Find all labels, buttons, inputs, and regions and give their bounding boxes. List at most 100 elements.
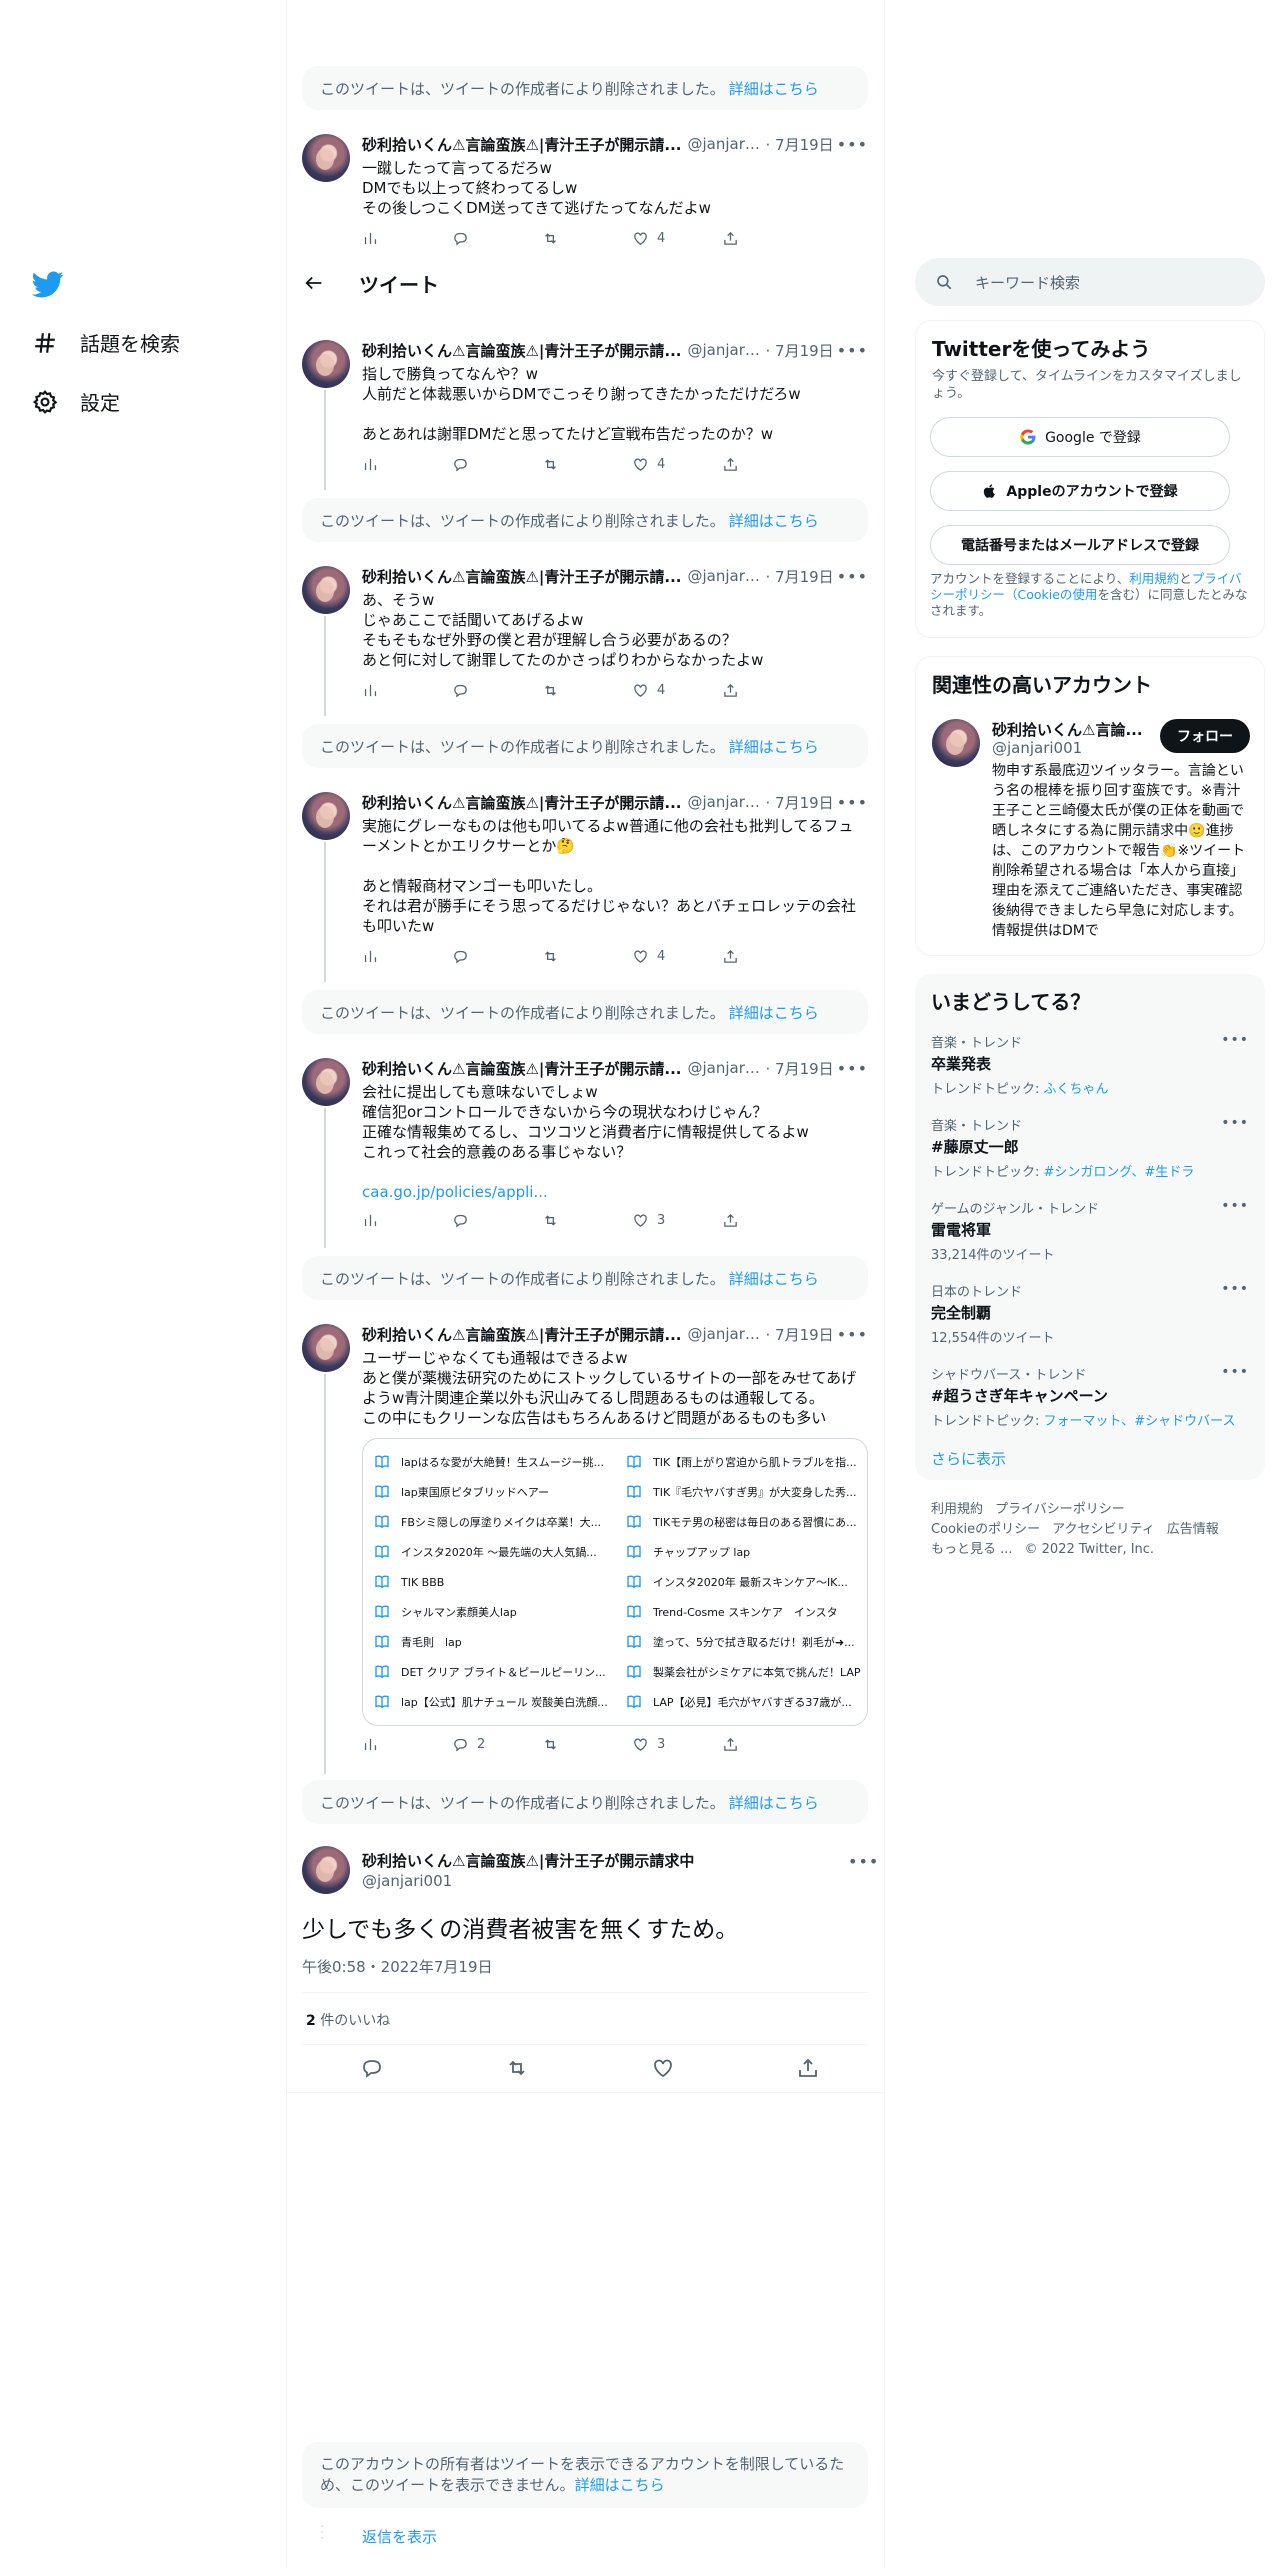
author-handle[interactable]: @janjari0... <box>687 793 763 811</box>
more-icon[interactable]: ••• <box>1221 1364 1249 1380</box>
reply-button[interactable] <box>452 230 522 247</box>
tweet[interactable]: 砂利拾いくん⚠言論蛮族⚠|青汁王子が開示請... @janjari0... · … <box>302 566 868 706</box>
more-icon[interactable]: ••• <box>837 567 868 586</box>
avatar[interactable] <box>302 792 350 840</box>
author-name[interactable]: 砂利拾いくん⚠言論蛮族⚠|青汁王子が開示請... <box>362 792 681 813</box>
like-button[interactable]: 4 <box>632 682 702 699</box>
tweet-date[interactable]: · 7月19日 <box>765 1058 833 1079</box>
footer-link[interactable]: アクセシビリティ <box>1052 1522 1155 1537</box>
link-list-item[interactable]: FBシミ隠しの厚塗りメイクは卒業！大... <box>363 1507 613 1537</box>
trend-item[interactable]: 音楽・トレンド #藤原丈一郎 トレンドトピック: #シンガロング、#生ドラ ••• <box>931 1115 1249 1180</box>
learn-more-link[interactable]: 詳細はこちら <box>729 510 819 531</box>
like-button[interactable]: 4 <box>632 948 702 965</box>
share-button[interactable] <box>722 682 792 699</box>
link-list-item[interactable]: lap【公式】肌ナチュール 炭酸美白洗顔... <box>363 1687 613 1717</box>
link-list-item[interactable]: インスタ2020年 〜最先端の大人気鍋... <box>363 1537 613 1567</box>
link-list-item[interactable]: 青毛則 lap <box>363 1627 613 1657</box>
phone-email-signup-button[interactable]: 電話番号またはメールアドレスで登録 <box>930 525 1230 565</box>
analytics-button[interactable] <box>362 230 432 247</box>
likes-summary[interactable]: 2 件のいいね <box>306 2010 390 2030</box>
retweet-button[interactable] <box>542 682 612 699</box>
avatar[interactable] <box>302 134 350 182</box>
trend-item[interactable]: 日本のトレンド 完全制覇 12,554件のツイート ••• <box>931 1281 1249 1346</box>
avatar[interactable] <box>302 1324 350 1372</box>
link-list-item[interactable]: シャルマン素顔美人lap <box>363 1597 613 1627</box>
more-icon[interactable]: ••• <box>837 135 868 154</box>
trend-topic-link[interactable]: #シンガロング、#生ドラ <box>1044 1165 1195 1180</box>
trend-topic-link[interactable]: フォーマット、#シャドウバース <box>1044 1414 1236 1429</box>
tweet-date[interactable]: · 7月19日 <box>765 134 833 155</box>
show-replies-link[interactable]: 返信を表示 <box>362 2526 437 2547</box>
trend-topic-link[interactable]: ふくちゃん <box>1044 1082 1109 1097</box>
link-list-item[interactable]: 塗って、5分で拭き取るだけ！剃毛が➜... <box>615 1627 865 1657</box>
author-handle[interactable]: @janjari001 <box>362 1872 452 1890</box>
reply-button[interactable]: 2 <box>452 1736 522 1753</box>
avatar[interactable] <box>932 719 980 767</box>
back-arrow-icon[interactable] <box>303 272 325 294</box>
retweet-icon[interactable] <box>505 2056 529 2080</box>
like-button[interactable]: 3 <box>632 1212 702 1229</box>
avatar[interactable] <box>302 1846 350 1894</box>
tweet[interactable]: 砂利拾いくん⚠言論蛮族⚠|青汁王子が開示請... @janjari0... · … <box>302 1058 868 1238</box>
trend-item[interactable]: シャドウバース・トレンド #超うさぎ年キャンペーン トレンドトピック: フォーマット… <box>931 1364 1249 1429</box>
link-list-card[interactable]: lapはるな愛が大絶賛！生スムージー挑... lap東国原ピタブリッドヘアー FBシ… <box>362 1438 868 1726</box>
analytics-button[interactable] <box>362 456 432 473</box>
learn-more-link[interactable]: 詳細はこちら <box>729 1792 819 1813</box>
author-handle[interactable]: @janjari0... <box>687 341 763 359</box>
retweet-button[interactable] <box>542 1212 612 1229</box>
link-list-item[interactable]: lapはるな愛が大絶賛！生スムージー挑... <box>363 1447 613 1477</box>
avatar[interactable] <box>302 340 350 388</box>
share-button[interactable] <box>722 230 792 247</box>
retweet-button[interactable] <box>542 230 612 247</box>
more-icon[interactable]: ••• <box>837 793 868 812</box>
link-list-item[interactable]: GDNスラキュア <box>615 1717 865 1725</box>
share-button[interactable] <box>722 1736 792 1753</box>
more-icon[interactable]: ••• <box>837 1059 868 1078</box>
tweet[interactable]: 砂利拾いくん⚠言論蛮族⚠|青汁王子が開示請... @janjari0... · … <box>302 340 868 480</box>
link-list-item[interactable]: TIK【雨上がり宮迫から肌トラブルを指... <box>615 1447 865 1477</box>
learn-more-link[interactable]: 詳細はこちら <box>729 1002 819 1023</box>
more-icon[interactable]: ••• <box>1221 1115 1249 1131</box>
heart-icon[interactable] <box>651 2056 675 2080</box>
link-list-item[interactable]: LAP【必見】毛穴がヤバすぎる37歳が... <box>615 1687 865 1717</box>
analytics-button[interactable] <box>362 1212 432 1229</box>
link-list-item[interactable]: TIK BBB <box>363 1567 613 1597</box>
tweet-date[interactable]: · 7月19日 <box>765 340 833 361</box>
footer-link[interactable]: プライバシーポリシー <box>995 1502 1125 1517</box>
tweet-date[interactable]: · 7月19日 <box>765 1324 833 1345</box>
retweet-button[interactable] <box>542 948 612 965</box>
learn-more-link[interactable]: 詳細はこちら <box>729 1268 819 1289</box>
author-handle[interactable]: @janjari0... <box>687 567 763 585</box>
tweet[interactable]: 砂利拾いくん⚠言論蛮族⚠|青汁王子が開示請... @janjari0... · … <box>302 792 868 972</box>
share-button[interactable] <box>722 1212 792 1229</box>
learn-more-link[interactable]: 詳細はこちら <box>729 78 819 99</box>
retweet-button[interactable] <box>542 1736 612 1753</box>
author-name[interactable]: 砂利拾いくん⚠言論蛮族⚠|青汁王子が開示請... <box>362 340 681 361</box>
show-more-link[interactable]: さらに表示 <box>931 1448 1006 1469</box>
trend-item[interactable]: 音楽・トレンド 卒業発表 トレンドトピック: ふくちゃん ••• <box>931 1032 1249 1097</box>
footer-link[interactable]: もっと見る ... <box>931 1542 1013 1557</box>
author-name[interactable]: 砂利拾いくん⚠言論蛮族⚠|青汁王子が開示請求中 <box>362 1850 694 1871</box>
share-button[interactable] <box>722 456 792 473</box>
author-name[interactable]: 砂利拾いくん⚠言論蛮族⚠|青汁王子が開示請... <box>362 1058 681 1079</box>
terms-link[interactable]: 利用規約 <box>1129 571 1179 586</box>
tweet-link[interactable]: caa.go.jp/policies/appli... <box>362 1182 860 1202</box>
nav-settings[interactable]: 設定 <box>32 387 120 416</box>
tweet-date[interactable]: · 7月19日 <box>765 792 833 813</box>
like-button[interactable]: 4 <box>632 456 702 473</box>
link-list-item[interactable]: 製薬会社がシミケアに本気で挑んだ！LAP <box>615 1657 865 1687</box>
link-list-item[interactable]: lap東国原ピタブリッドヘアー <box>363 1477 613 1507</box>
search-input[interactable]: キーワード検索 <box>915 258 1265 306</box>
analytics-button[interactable] <box>362 1736 432 1753</box>
analytics-button[interactable] <box>362 948 432 965</box>
tweet-date[interactable]: · 7月19日 <box>765 566 833 587</box>
more-icon[interactable]: ••• <box>837 1325 868 1344</box>
author-name[interactable]: 砂利拾いくん⚠言論蛮族⚠|青汁王子が開示請... <box>362 134 681 155</box>
link-list-item[interactable]: チャップアップ lap <box>615 1537 865 1567</box>
reply-icon[interactable] <box>360 2056 384 2080</box>
link-list-item[interactable]: DET クリア ブライト＆ピールピーリン... <box>363 1657 613 1687</box>
link-list-item[interactable]: TIKモテ男の秘密は毎日のある習慣にあ... <box>615 1507 865 1537</box>
follow-button[interactable]: フォロー <box>1160 719 1250 753</box>
twitter-logo-icon[interactable] <box>32 268 64 300</box>
footer-link[interactable]: 広告情報 <box>1167 1522 1219 1537</box>
